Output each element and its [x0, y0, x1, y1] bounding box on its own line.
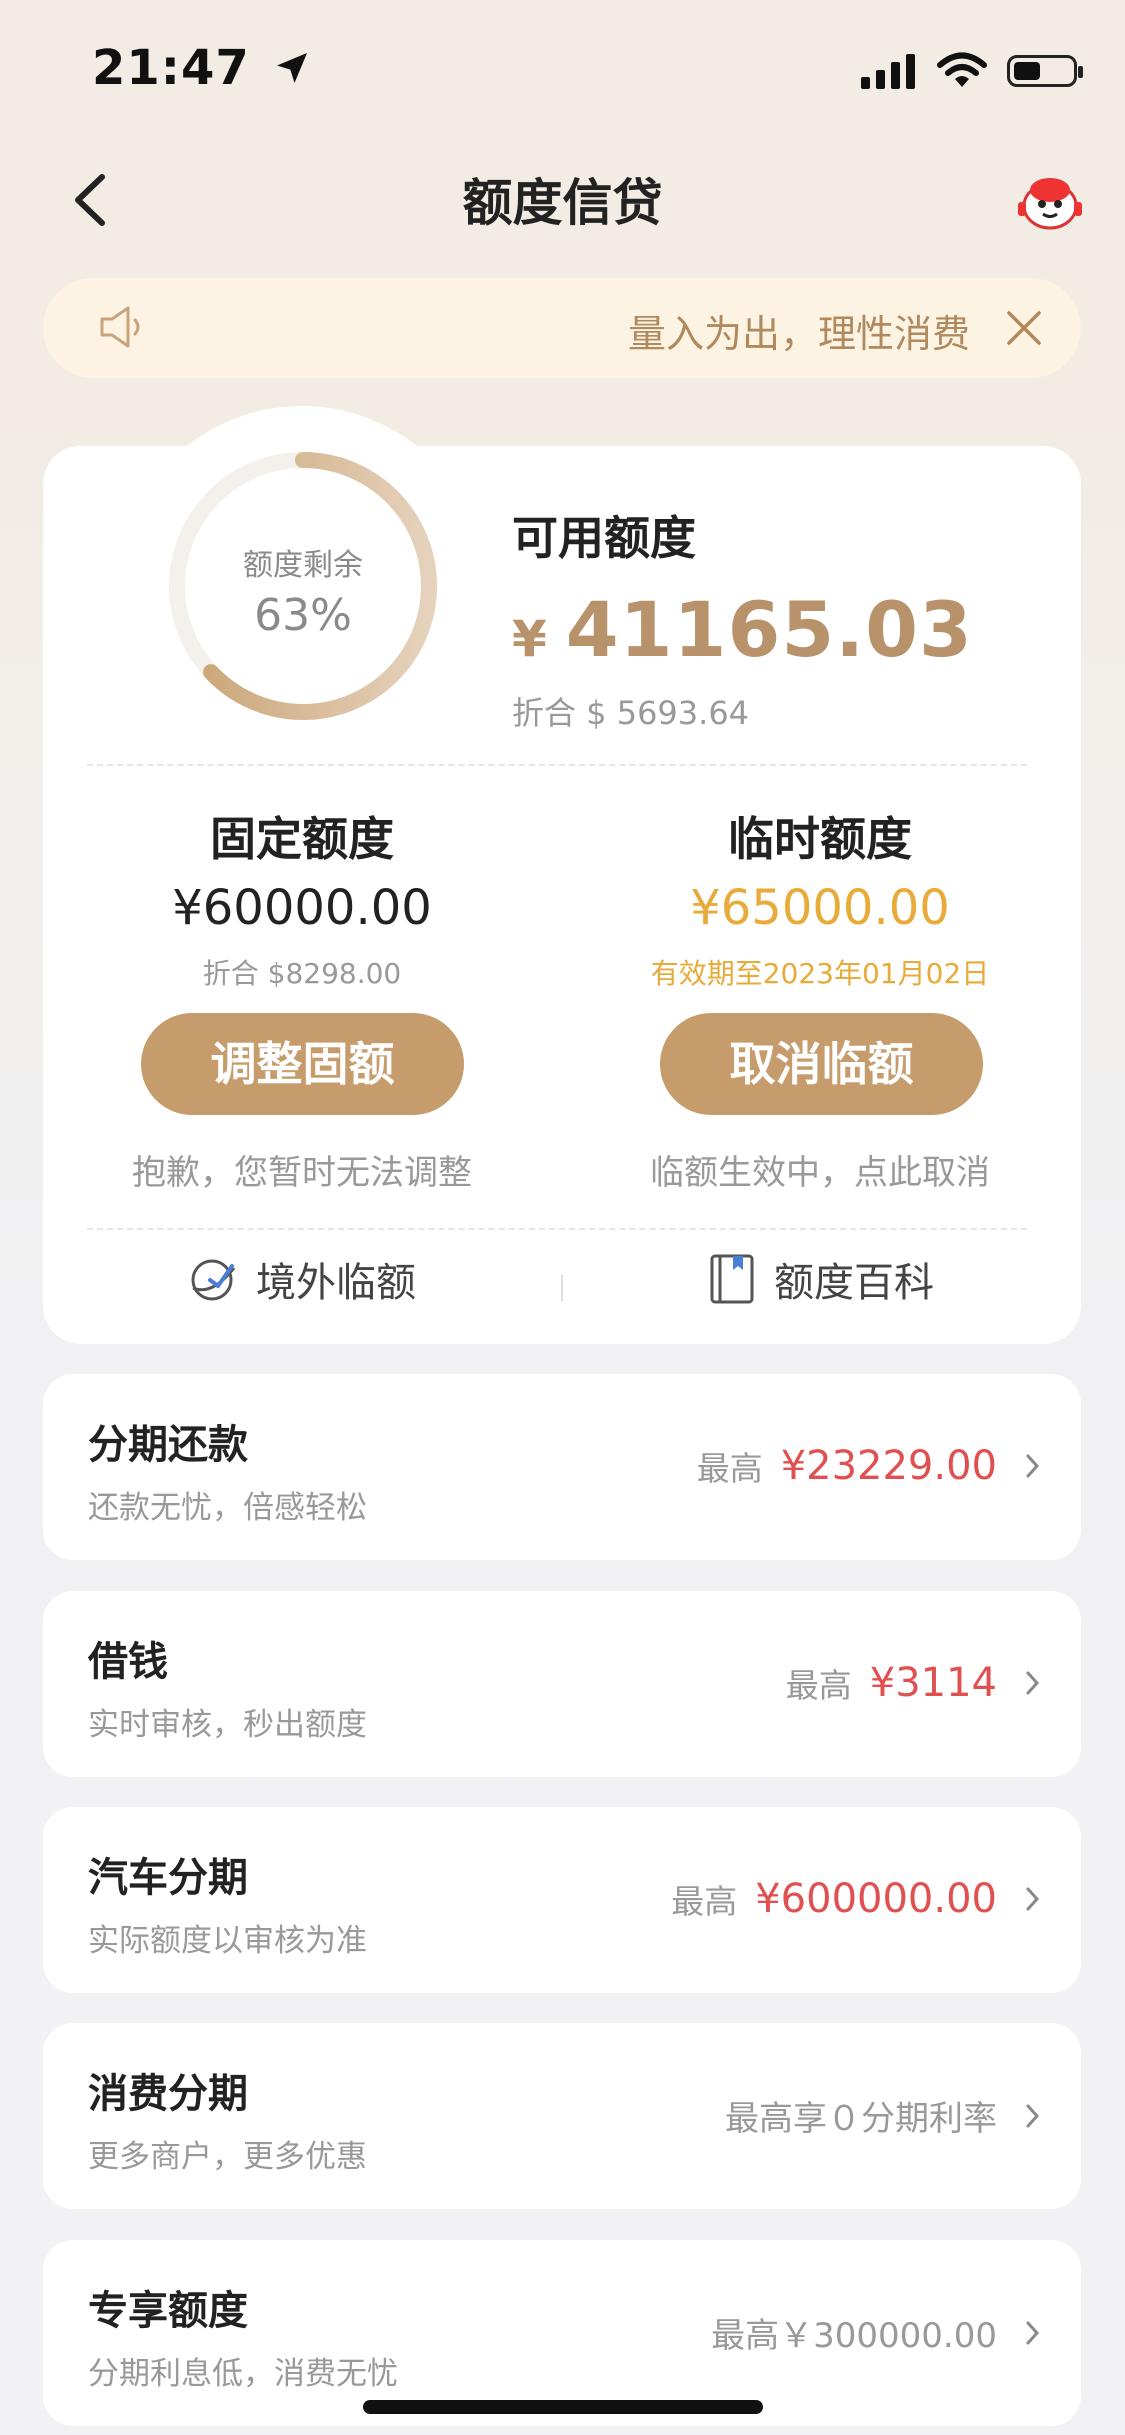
quota-wiki-label: 额度百科: [774, 1260, 934, 1306]
book-icon: [710, 1254, 754, 1304]
temp-quota-amount: ¥65000.00: [690, 880, 950, 936]
service-limit: 最高享０分期利率: [725, 2091, 1041, 2140]
overseas-quota-link[interactable]: 境外临额: [188, 1250, 416, 1308]
speaker-icon: [100, 306, 140, 348]
service-title: 消费分期: [88, 2071, 248, 2117]
ring-percent: 63%: [254, 590, 352, 641]
service-limit: 最高￥300000.00: [711, 2308, 1041, 2357]
available-amount: ¥41165.03: [512, 585, 973, 674]
currency-symbol: ¥: [512, 610, 548, 668]
battery-icon: [1007, 55, 1083, 87]
ring-label: 额度剩余: [243, 548, 363, 583]
status-time-text: 21:47: [92, 40, 250, 96]
temp-quota-title: 临时额度: [728, 812, 912, 866]
service-limit: 最高 ¥600000.00: [671, 1875, 1041, 1923]
service-limit-amount: ¥23229.00: [780, 1443, 997, 1489]
location-arrow-icon: [276, 53, 307, 83]
service-limit-amount: ¥3114: [869, 1660, 997, 1706]
notice-bar[interactable]: 量入为出，理性消费: [43, 278, 1081, 378]
service-subtitle: 实时审核，秒出额度: [88, 1707, 367, 1743]
service-title: 汽车分期: [88, 1855, 248, 1901]
available-label: 可用额度: [512, 511, 696, 565]
service-card-borrow[interactable]: 借钱 实时审核，秒出额度 最高 ¥3114: [43, 1591, 1081, 1777]
service-card-car-installment[interactable]: 汽车分期 实际额度以审核为准 最高 ¥600000.00: [43, 1807, 1081, 1993]
chevron-right-icon: [1026, 2321, 1040, 2344]
chevron-right-icon: [1026, 1887, 1040, 1911]
divider: [87, 764, 1027, 766]
service-card-consumer-installment[interactable]: 消费分期 更多商户，更多优惠 最高享０分期利率: [43, 2023, 1081, 2209]
service-limit-text: 最高享０分期利率: [725, 2099, 997, 2139]
divider: [87, 1228, 1027, 1230]
battery-level: [1014, 62, 1040, 80]
status-time: 21:47: [92, 40, 312, 96]
temp-quota-hint[interactable]: 临额生效中，点此取消: [600, 1145, 1040, 1194]
signal-icon: [861, 54, 915, 89]
service-subtitle: 分期利息低，消费无忧: [88, 2356, 398, 2392]
wifi-icon: [937, 52, 987, 87]
service-limit: 最高 ¥3114: [786, 1659, 1041, 1707]
service-title: 专享额度: [88, 2288, 248, 2334]
globe-plane-icon: [191, 1259, 236, 1301]
service-title: 借钱: [88, 1639, 168, 1685]
chevron-right-icon: [1026, 1671, 1040, 1695]
service-card-exclusive-quota[interactable]: 专享额度 分期利息低，消费无忧 最高￥300000.00: [43, 2240, 1081, 2426]
service-limit-prefix: 最高: [696, 1449, 763, 1488]
fixed-quota-title: 固定额度: [210, 812, 394, 866]
close-icon[interactable]: [1001, 305, 1047, 351]
service-title: 分期还款: [88, 1422, 248, 1468]
service-limit-amount: ¥600000.00: [755, 1876, 997, 1922]
quota-wiki-link[interactable]: 额度百科: [708, 1250, 934, 1308]
available-usd: 折合 $ 5693.64: [512, 694, 750, 732]
service-limit-prefix: 最高: [785, 1666, 852, 1705]
remaining-ring-chart: [169, 452, 437, 720]
link-separator: [561, 1275, 563, 1301]
service-subtitle: 更多商户，更多优惠: [88, 2139, 367, 2175]
available-amount-value: 41165.03: [565, 585, 973, 674]
status-icons: [859, 52, 1083, 90]
service-limit: 最高 ¥23229.00: [697, 1442, 1041, 1490]
home-indicator[interactable]: [363, 2400, 763, 2414]
service-limit-text: 最高￥300000.00: [711, 2316, 997, 2356]
page-title: 额度信贷: [462, 174, 663, 232]
fixed-quota-hint: 抱歉，您暂时无法调整: [132, 1153, 472, 1193]
chevron-right-icon: [1026, 2104, 1040, 2127]
chevron-right-icon: [1026, 1454, 1040, 1478]
service-subtitle: 还款无忧，倍感轻松: [88, 1490, 367, 1526]
service-limit-prefix: 最高: [671, 1882, 738, 1921]
service-subtitle: 实际额度以审核为准: [88, 1923, 367, 1959]
cancel-temp-button[interactable]: 取消临额: [660, 1013, 983, 1115]
service-card-installment-repay[interactable]: 分期还款 还款无忧，倍感轻松 最高 ¥23229.00: [43, 1374, 1081, 1560]
mascot-icon[interactable]: [1015, 168, 1085, 234]
fixed-quota-amount: ¥60000.00: [172, 880, 432, 936]
adjust-fixed-button[interactable]: 调整固额: [141, 1013, 464, 1115]
fixed-quota-usd: 折合 $8298.00: [202, 957, 402, 990]
overseas-quota-label: 境外临额: [256, 1260, 416, 1306]
notice-text: 量入为出，理性消费: [628, 312, 971, 356]
temp-quota-validity: 有效期至2023年01月02日: [650, 957, 990, 990]
